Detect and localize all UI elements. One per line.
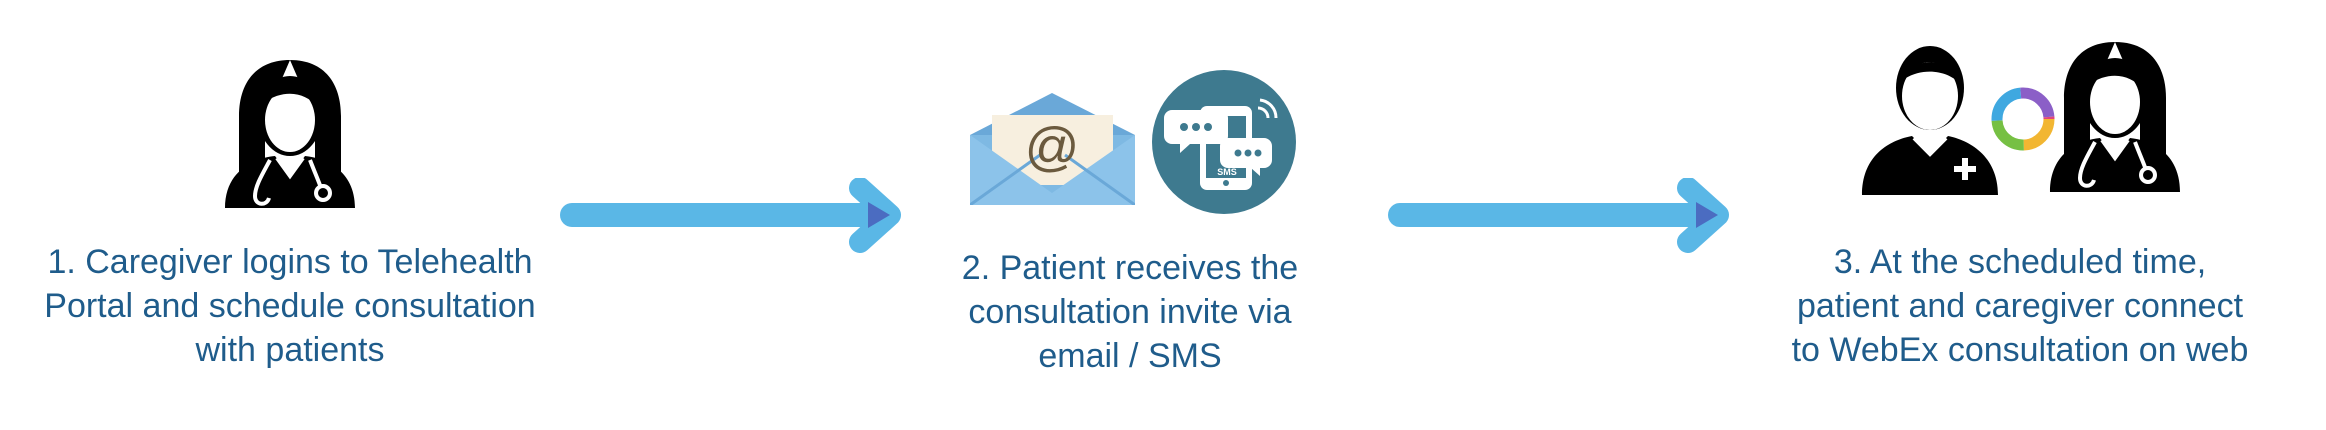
step-3-line-2: patient and caregiver connect [1796, 287, 2244, 325]
step-3-line-3: to WebEx consultation on web [1791, 331, 2249, 369]
step-1-line-2: Portal and schedule consultation [44, 287, 536, 325]
step-2-line-2: consultation invite via [968, 293, 1292, 331]
step-1-line-1: 1. Caregiver logins to Telehealth [47, 243, 533, 281]
doctor-icon [2050, 42, 2180, 192]
step-1-line-3: with patients [195, 331, 385, 369]
step-2-line-1: 2. Patient receives the [961, 249, 1299, 287]
step-1-caption: 1. Caregiver logins to Telehealth Portal… [10, 240, 570, 372]
step-3-line-1: 3. At the scheduled time, [1833, 243, 2207, 281]
step-3-caption: 3. At the scheduled time, patient and ca… [1740, 240, 2300, 372]
sms-phone-icon: SMS [1152, 70, 1296, 214]
email-envelope-icon: @ [970, 93, 1135, 205]
step-2-caption: 2. Patient receives the consultation inv… [900, 246, 1360, 378]
sms-badge: SMS [1217, 167, 1237, 177]
step-2-line-3: email / SMS [1038, 337, 1222, 375]
flow-arrow-2 [1388, 178, 1729, 253]
email-at-symbol: @ [1025, 117, 1080, 177]
flow-arrow-1 [560, 178, 901, 253]
doctor-icon [225, 60, 355, 208]
